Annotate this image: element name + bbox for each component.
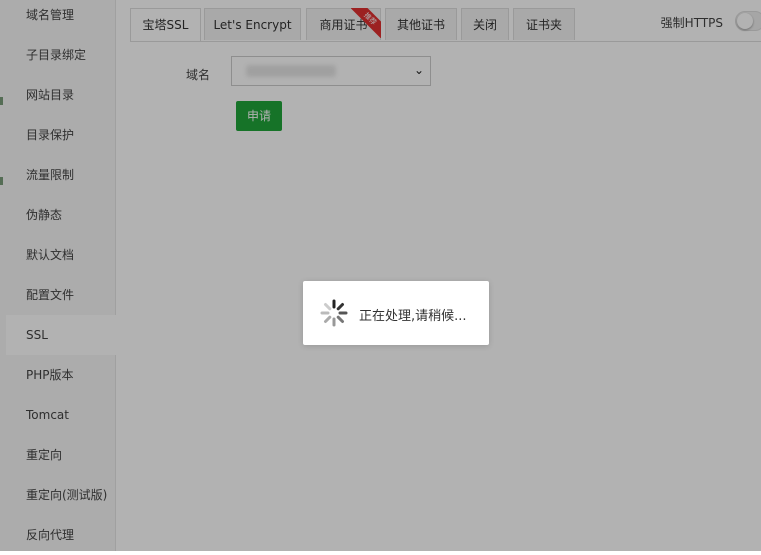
loading-dialog: 正在处理,请稍候... xyxy=(303,281,489,345)
loading-text: 正在处理,请稍候... xyxy=(359,309,467,324)
loading-spinner-icon xyxy=(320,299,348,327)
modal-overlay xyxy=(0,0,761,551)
